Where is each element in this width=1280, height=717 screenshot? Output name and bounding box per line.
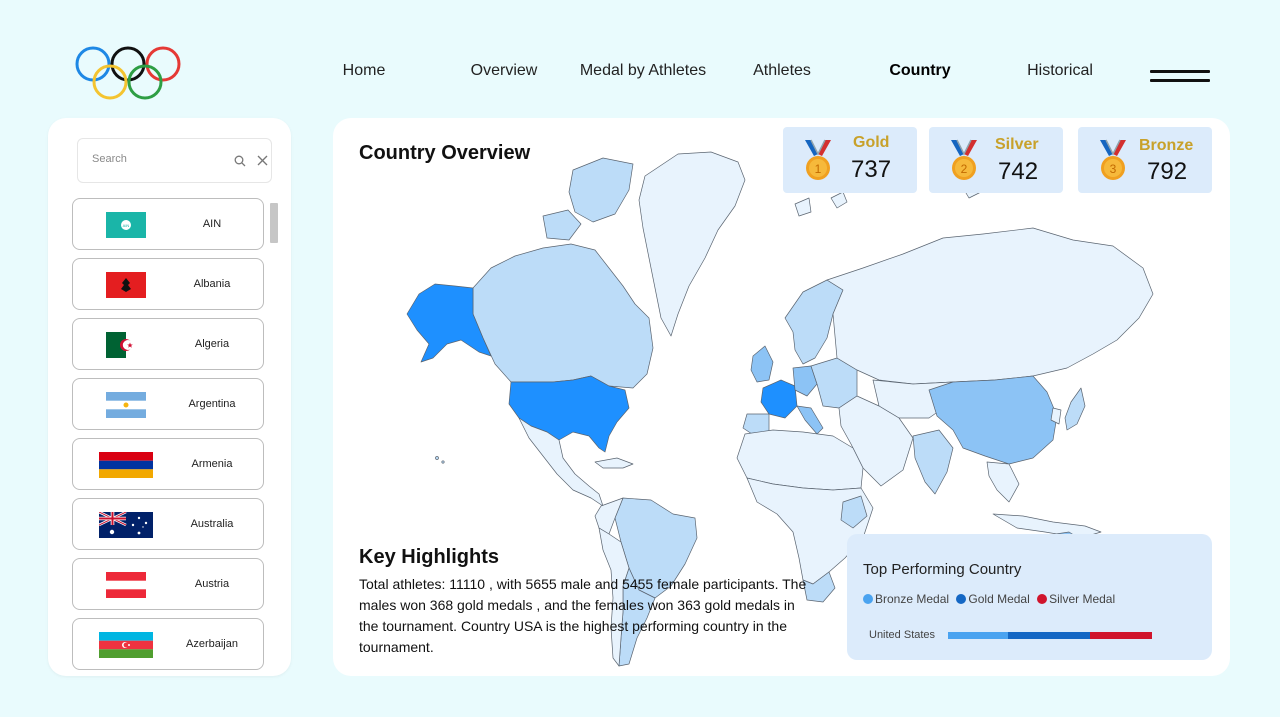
chart-legend: Bronze Medal Gold Medal Silver Medal [863, 592, 1119, 606]
legend-silver[interactable]: Silver Medal [1037, 592, 1115, 606]
hamburger-icon[interactable] [1150, 70, 1210, 84]
algeria-flag [106, 332, 146, 358]
bronze-label: Bronze [1139, 137, 1194, 154]
map-region-russia[interactable] [826, 227, 1154, 385]
country-list: AIN AIN Albania Algeria Argentina Armeni… [72, 198, 265, 676]
nav-historical[interactable]: Historical [1027, 62, 1093, 80]
list-item[interactable]: Argentina [72, 378, 264, 430]
silver-count: 742 [998, 158, 1039, 185]
clear-icon[interactable] [256, 154, 269, 167]
gold-count: 737 [851, 156, 892, 183]
nav-athletes[interactable]: Athletes [753, 62, 811, 80]
bar-category-label: United States [869, 629, 936, 641]
country-name: AIN [202, 218, 222, 230]
country-name: Albania [193, 278, 231, 290]
top-performing-title: Top Performing Country [863, 561, 1022, 578]
silver-medal-icon: 2 [951, 139, 977, 180]
bar-gold[interactable] [1008, 632, 1090, 639]
legend-bronze[interactable]: Bronze Medal [863, 592, 949, 606]
country-sidebar: AIN AIN Albania Algeria Argentina Armeni… [48, 118, 291, 676]
map-region-canada[interactable] [472, 243, 654, 389]
scrollbar-thumb[interactable] [270, 203, 278, 243]
silver-medal-card: 2 Silver 742 [929, 127, 1063, 193]
search-box [77, 138, 272, 183]
ain-flag: AIN [106, 212, 146, 238]
svg-text:2: 2 [961, 162, 968, 176]
map-region-france[interactable] [760, 379, 798, 419]
country-name: Austria [194, 578, 230, 590]
bronze-count: 792 [1147, 158, 1188, 185]
armenia-flag [99, 452, 153, 478]
bronze-medal-card: 3 Bronze 792 [1078, 127, 1212, 193]
map-region-italy[interactable] [796, 405, 824, 435]
argentina-flag [106, 392, 146, 418]
svg-text:AIN: AIN [123, 223, 130, 228]
australia-flag [99, 512, 153, 538]
country-overview-panel: Country Overview 1 Gold 737 2 Silver 742… [333, 118, 1230, 676]
nav-home[interactable]: Home [343, 62, 386, 80]
country-name: Algeria [194, 338, 230, 350]
bronze-medal-icon: 3 [1100, 139, 1126, 180]
map-region-southeast-asia[interactable] [986, 461, 1020, 503]
silver-label: Silver [995, 136, 1039, 153]
country-name: Azerbaijan [186, 638, 238, 650]
search-icon[interactable] [234, 155, 246, 167]
country-name: Australia [190, 518, 234, 530]
svg-text:1: 1 [815, 162, 822, 176]
azerbaijan-flag [99, 632, 153, 658]
country-name: Argentina [188, 398, 236, 410]
albania-flag [106, 272, 146, 298]
key-highlights-text: Total athletes: 11110 , with 5655 male a… [359, 576, 807, 655]
map-region-arctic-islands[interactable] [568, 157, 634, 223]
map-region-united-states[interactable] [508, 375, 630, 453]
list-item[interactable]: Australia [72, 498, 264, 550]
gold-medal-card: 1 Gold 737 [783, 127, 917, 193]
list-item[interactable]: Algeria [72, 318, 264, 370]
map-region-uk[interactable] [750, 345, 774, 383]
nav-medal-by-athletes[interactable]: Medal by Athletes [580, 62, 706, 80]
top-navigation: Home Overview Medal by Athletes Athletes… [0, 62, 1280, 88]
austria-flag [106, 572, 146, 598]
map-region-japan[interactable] [1064, 387, 1086, 431]
nav-overview[interactable]: Overview [471, 62, 538, 80]
list-item[interactable]: AIN AIN [72, 198, 264, 250]
gold-label: Gold [853, 134, 890, 151]
map-region-greenland[interactable] [638, 151, 746, 337]
svg-text:3: 3 [1110, 162, 1117, 176]
gold-medal-icon: 1 [805, 139, 831, 180]
page-title: Country Overview [359, 142, 531, 164]
map-region-india[interactable] [912, 429, 954, 495]
map-region-arctic-islands-2[interactable] [542, 209, 582, 241]
list-item[interactable]: Azerbaijan [72, 618, 264, 670]
bar-silver[interactable] [1089, 632, 1152, 639]
list-item[interactable]: Armenia [72, 438, 264, 490]
top-performing-country-panel: Top Performing Country Bronze Medal Gold… [847, 534, 1212, 660]
list-item[interactable]: Austria [72, 558, 264, 610]
search-input[interactable] [92, 153, 222, 165]
key-highlights-title: Key Highlights [359, 546, 500, 568]
country-name: Armenia [191, 458, 233, 470]
list-item[interactable]: Albania [72, 258, 264, 310]
nav-country[interactable]: Country [889, 62, 950, 80]
map-region-caribbean[interactable] [594, 457, 634, 469]
legend-gold[interactable]: Gold Medal [956, 592, 1030, 606]
bar-bronze[interactable] [948, 632, 1009, 639]
